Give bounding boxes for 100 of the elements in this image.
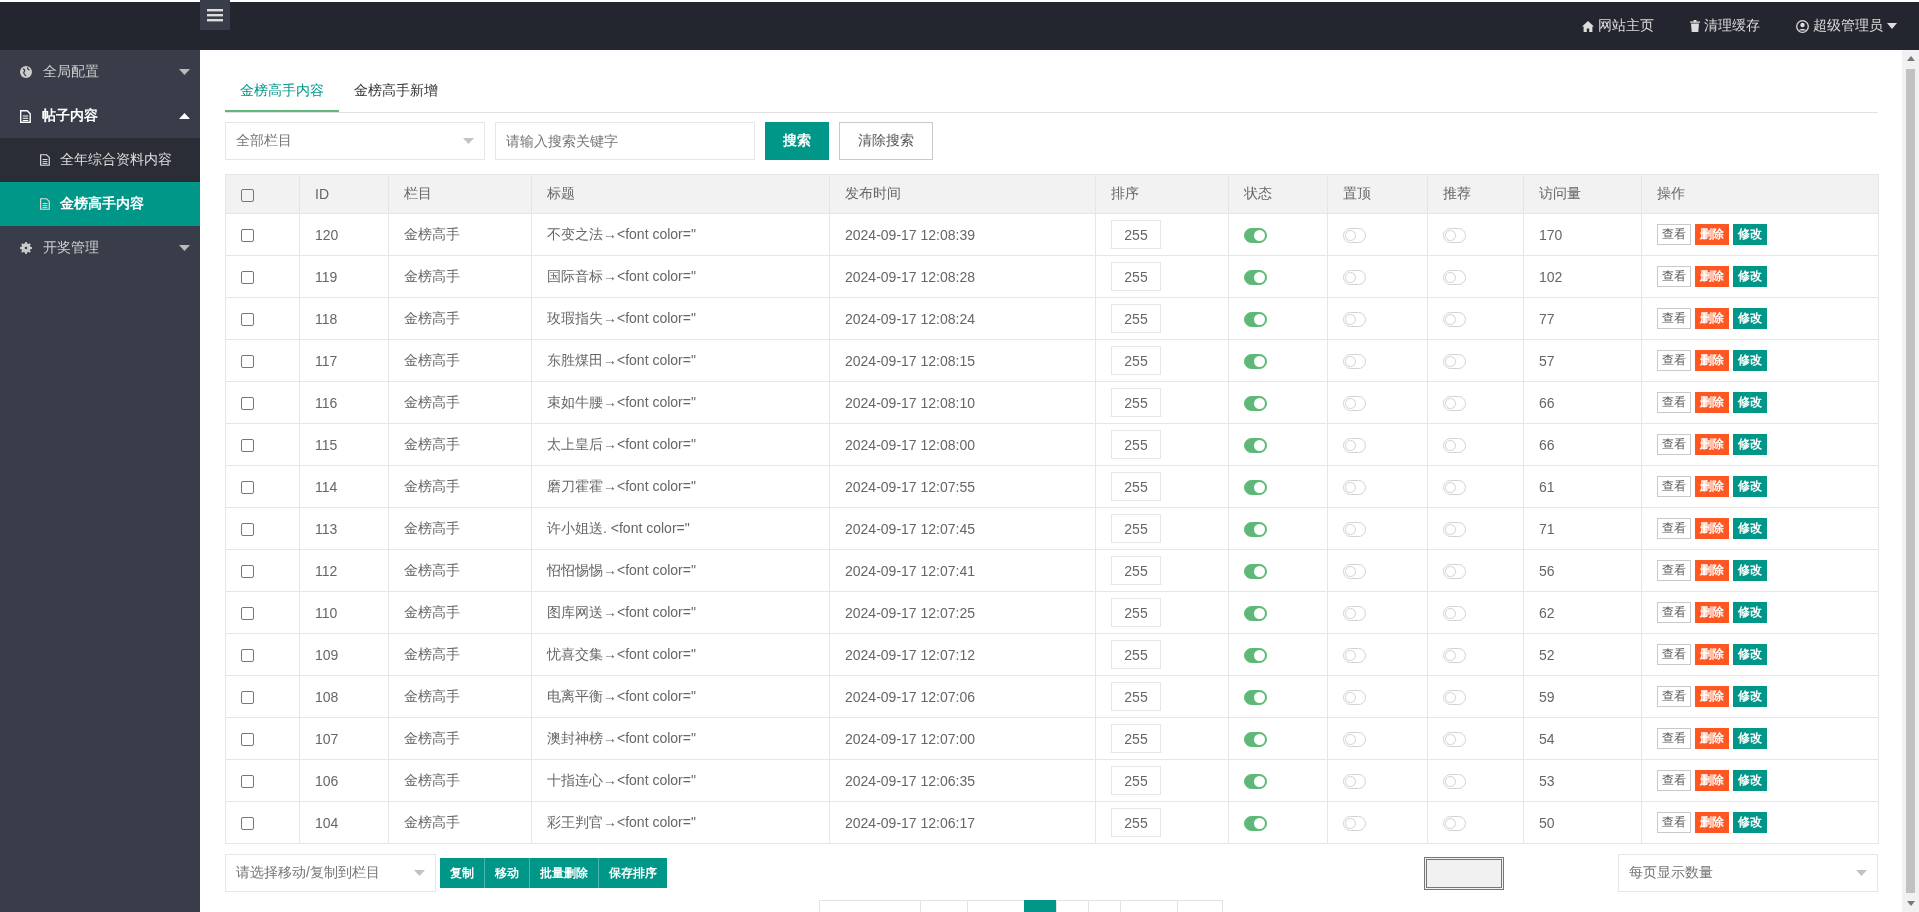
row-checkbox[interactable] [241,481,254,495]
status-toggle[interactable] [1244,437,1267,453]
edit-button[interactable]: 修改 [1733,266,1767,287]
row-checkbox[interactable] [241,607,254,621]
category-select[interactable]: 全部栏目 [225,122,485,160]
view-button[interactable]: 查看 [1657,812,1691,833]
sort-field[interactable]: 255 [1111,640,1161,669]
view-button[interactable]: 查看 [1657,602,1691,623]
edit-button[interactable]: 修改 [1733,644,1767,665]
sort-field[interactable]: 255 [1111,682,1161,711]
sort-field[interactable]: 255 [1111,220,1161,249]
pin-toggle[interactable] [1343,815,1366,831]
pin-toggle[interactable] [1343,311,1366,327]
recommend-toggle[interactable] [1443,311,1466,327]
view-button[interactable]: 查看 [1657,560,1691,581]
status-toggle[interactable] [1244,689,1267,705]
edit-button[interactable]: 修改 [1733,560,1767,581]
delete-button[interactable]: 删除 [1695,518,1729,539]
edit-button[interactable]: 修改 [1733,224,1767,245]
edit-button[interactable]: 修改 [1733,476,1767,497]
sort-field[interactable]: 255 [1111,262,1161,291]
bulk-action-button[interactable]: 复制 [440,858,484,888]
sidebar-subitem[interactable]: 金榜高手内容 [0,182,200,226]
view-button[interactable]: 查看 [1657,518,1691,539]
sort-field[interactable]: 255 [1111,556,1161,585]
status-toggle[interactable] [1244,269,1267,285]
recommend-toggle[interactable] [1443,395,1466,411]
edit-button[interactable]: 修改 [1733,602,1767,623]
delete-button[interactable]: 删除 [1695,770,1729,791]
sort-field[interactable]: 255 [1111,430,1161,459]
sort-field[interactable]: 255 [1111,598,1161,627]
row-checkbox[interactable] [241,397,254,411]
view-button[interactable]: 查看 [1657,266,1691,287]
row-checkbox[interactable] [241,271,254,285]
sidebar-subitem[interactable]: 全年综合资料内容 [0,138,200,182]
recommend-toggle[interactable] [1443,731,1466,747]
pin-toggle[interactable] [1343,395,1366,411]
pin-toggle[interactable] [1343,353,1366,369]
edit-button[interactable]: 修改 [1733,392,1767,413]
status-toggle[interactable] [1244,227,1267,243]
sort-field[interactable]: 255 [1111,514,1161,543]
bulk-action-button[interactable]: 批量删除 [529,858,598,888]
per-page-select[interactable]: 每页显示数量 [1618,854,1878,892]
edit-button[interactable]: 修改 [1733,308,1767,329]
search-field[interactable]: 请输入搜索关键字 [495,122,755,160]
status-toggle[interactable] [1244,479,1267,495]
move-target-select[interactable]: 请选择移动/复制到栏目 [225,854,436,892]
tab[interactable]: 金榜高手内容 [225,72,339,112]
edit-button[interactable]: 修改 [1733,728,1767,749]
row-checkbox[interactable] [241,313,254,327]
edit-button[interactable]: 修改 [1733,434,1767,455]
scrollbar[interactable] [1902,50,1919,912]
view-button[interactable]: 查看 [1657,434,1691,455]
status-toggle[interactable] [1244,605,1267,621]
row-checkbox[interactable] [241,817,254,831]
status-toggle[interactable] [1244,647,1267,663]
pin-toggle[interactable] [1343,773,1366,789]
recommend-toggle[interactable] [1443,269,1466,285]
recommend-toggle[interactable] [1443,815,1466,831]
status-toggle[interactable] [1244,521,1267,537]
recommend-toggle[interactable] [1443,227,1466,243]
delete-button[interactable]: 删除 [1695,728,1729,749]
delete-button[interactable]: 删除 [1695,812,1729,833]
sidebar-item[interactable]: 全局配置 [0,50,200,94]
recommend-toggle[interactable] [1443,605,1466,621]
delete-button[interactable]: 删除 [1695,308,1729,329]
row-checkbox[interactable] [241,733,254,747]
recommend-toggle[interactable] [1443,437,1466,453]
view-button[interactable]: 查看 [1657,728,1691,749]
scroll-down-icon[interactable] [1906,901,1915,906]
row-checkbox[interactable] [241,229,254,243]
delete-button[interactable]: 删除 [1695,434,1729,455]
edit-button[interactable]: 修改 [1733,770,1767,791]
status-toggle[interactable] [1244,773,1267,789]
recommend-toggle[interactable] [1443,773,1466,789]
edit-button[interactable]: 修改 [1733,518,1767,539]
view-button[interactable]: 查看 [1657,350,1691,371]
sort-field[interactable]: 255 [1111,346,1161,375]
topbar-link[interactable]: 网站主页 [1582,17,1654,35]
status-toggle[interactable] [1244,731,1267,747]
recommend-toggle[interactable] [1443,563,1466,579]
sort-field[interactable]: 255 [1111,304,1161,333]
view-button[interactable]: 查看 [1657,392,1691,413]
delete-button[interactable]: 删除 [1695,644,1729,665]
view-button[interactable]: 查看 [1657,686,1691,707]
delete-button[interactable]: 删除 [1695,476,1729,497]
clear-search-button[interactable]: 清除搜索 [839,122,933,160]
pin-toggle[interactable] [1343,227,1366,243]
row-checkbox[interactable] [241,775,254,789]
status-toggle[interactable] [1244,395,1267,411]
view-button[interactable]: 查看 [1657,224,1691,245]
edit-button[interactable]: 修改 [1733,350,1767,371]
pin-toggle[interactable] [1343,605,1366,621]
scroll-up-icon[interactable] [1906,56,1915,61]
sidebar-item[interactable]: 开奖管理 [0,226,200,270]
recommend-toggle[interactable] [1443,479,1466,495]
pin-toggle[interactable] [1343,563,1366,579]
sort-field[interactable]: 255 [1111,724,1161,753]
edit-button[interactable]: 修改 [1733,686,1767,707]
topbar-link[interactable]: 超级管理员 [1796,17,1897,35]
